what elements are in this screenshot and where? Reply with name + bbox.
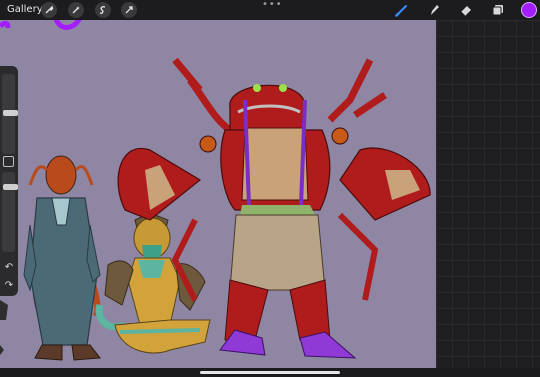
modify-button[interactable] (3, 156, 14, 167)
purple-stroke (53, 20, 82, 30)
layers-icon[interactable] (490, 2, 506, 18)
golden-character (95, 212, 211, 354)
transform-arrow-icon[interactable] (121, 2, 137, 18)
redo-icon[interactable]: ↷ (3, 280, 15, 292)
brush-icon[interactable] (394, 2, 410, 18)
drawing-canvas[interactable] (0, 20, 436, 368)
smudge-icon[interactable] (426, 2, 442, 18)
suit-character (23, 155, 101, 361)
brush-size-slider[interactable] (2, 74, 18, 154)
wrench-icon[interactable] (41, 2, 57, 18)
home-indicator[interactable] (200, 371, 340, 374)
empty-workspace (436, 20, 540, 368)
opacity-thumb[interactable] (3, 184, 18, 190)
top-toolbar: Gallery ••• (0, 0, 540, 20)
purple-stroke (0, 20, 11, 29)
left-sidebar: ↶ ↷ (0, 66, 18, 296)
magic-wand-icon[interactable] (68, 2, 84, 18)
undo-icon[interactable]: ↶ (3, 262, 15, 274)
color-picker-button[interactable] (521, 2, 537, 18)
selection-icon[interactable] (95, 2, 111, 18)
more-handle-icon[interactable]: ••• (262, 0, 283, 10)
opacity-slider[interactable] (2, 172, 18, 252)
eraser-icon[interactable] (458, 2, 474, 18)
gallery-button[interactable]: Gallery (7, 2, 43, 18)
artwork (0, 20, 431, 361)
brush-size-thumb[interactable] (3, 110, 18, 116)
